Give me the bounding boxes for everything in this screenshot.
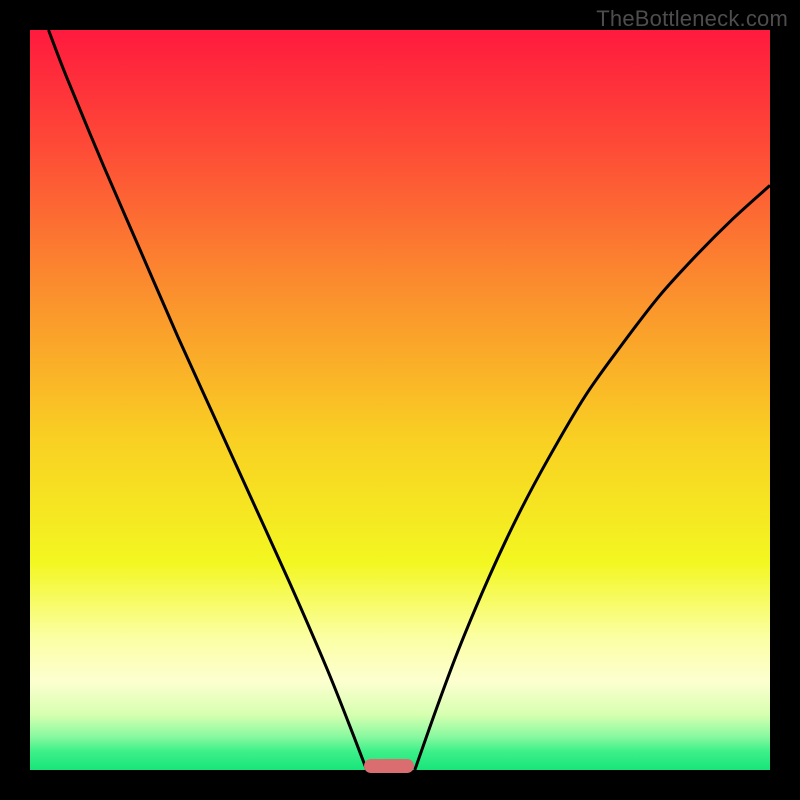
chart-background xyxy=(30,30,770,770)
bottleneck-chart xyxy=(30,30,770,770)
chart-frame xyxy=(30,30,770,770)
watermark-text: TheBottleneck.com xyxy=(596,6,788,32)
bottleneck-marker xyxy=(364,759,414,773)
